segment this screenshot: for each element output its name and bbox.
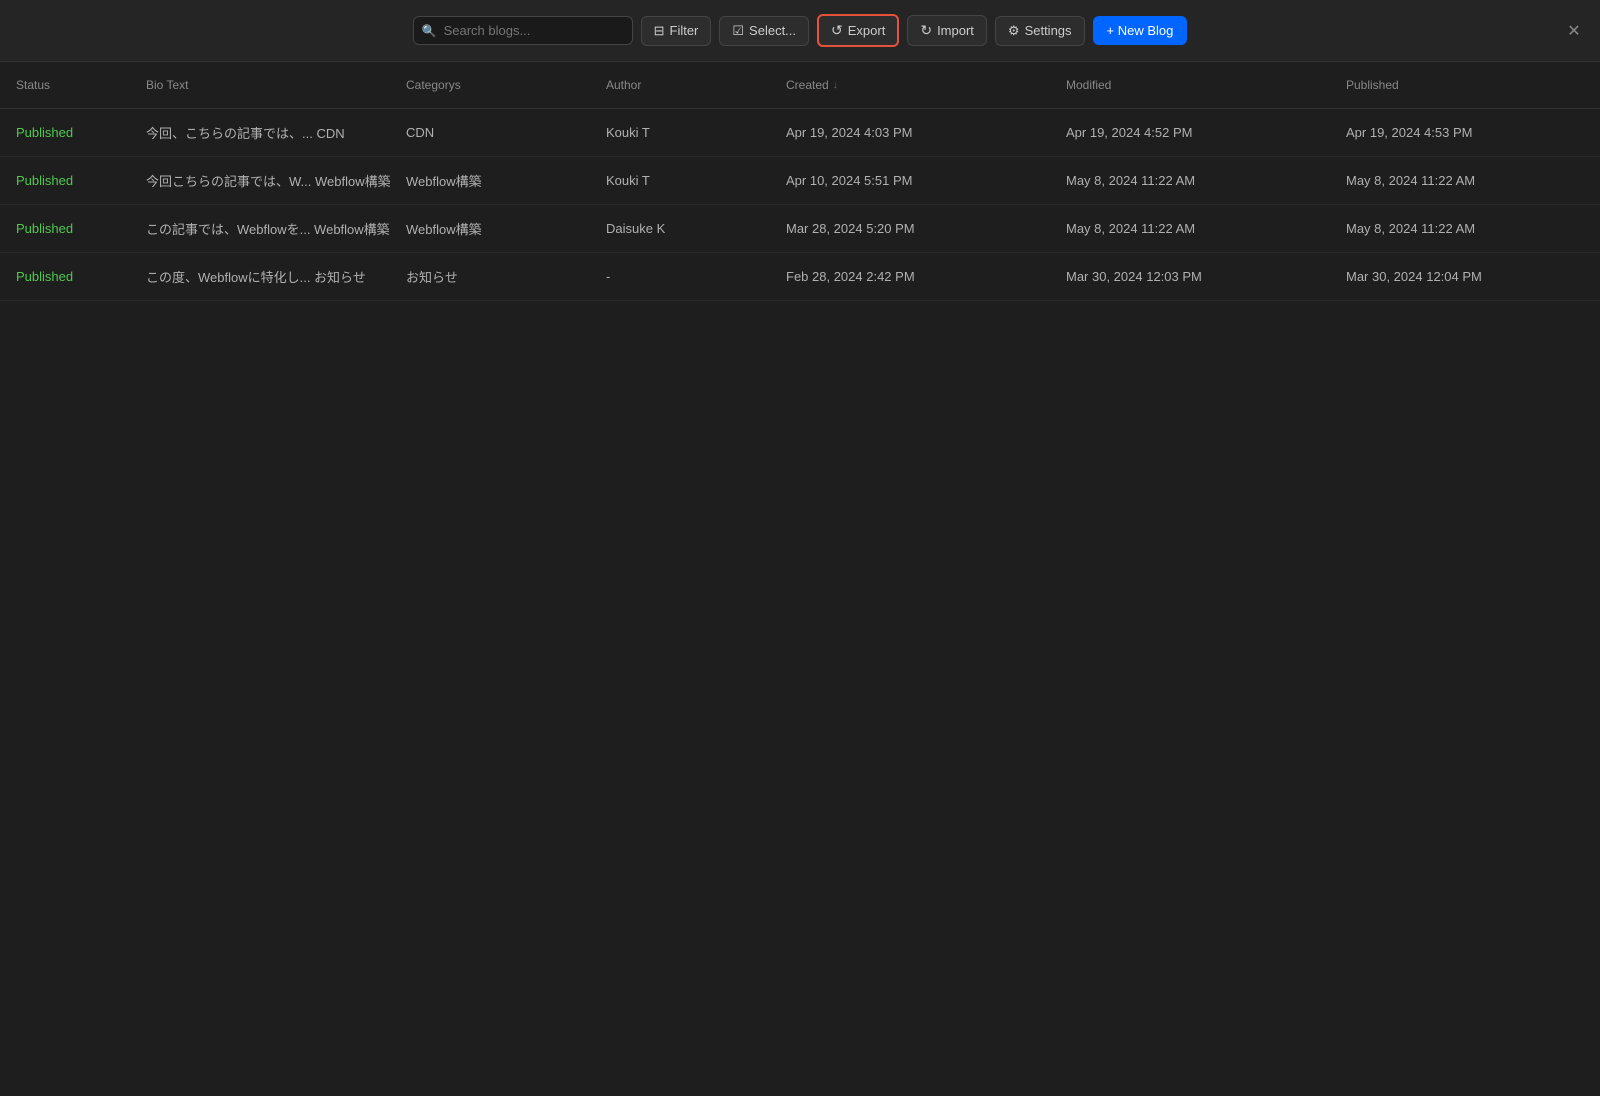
cell-bio-text: 今回、こちらの記事では、... CDN xyxy=(130,113,390,152)
cell-author: Kouki T xyxy=(590,113,770,152)
cell-bio-text: この度、Webflowに特化し... お知らせ xyxy=(130,257,390,296)
col-header-modified: Modified xyxy=(1050,70,1330,100)
import-icon: ↻ xyxy=(920,22,932,39)
col-header-author: Author xyxy=(590,70,770,100)
cell-categorys: Webflow構築 xyxy=(390,161,590,200)
cell-modified: May 8, 2024 11:22 AM xyxy=(1050,161,1330,200)
cell-status: Published xyxy=(0,257,130,296)
cell-categorys: Webflow構築 xyxy=(390,209,590,248)
filter-label: Filter xyxy=(670,23,699,38)
table-body: Published 今回、こちらの記事では、... CDN CDN Kouki … xyxy=(0,109,1600,301)
settings-icon: ⚙ xyxy=(1008,23,1020,39)
col-header-status: Status xyxy=(0,70,130,100)
select-icon: ☑ xyxy=(732,23,744,39)
new-blog-label: + New Blog xyxy=(1107,23,1174,38)
import-button[interactable]: ↻ Import xyxy=(907,15,987,46)
search-input[interactable] xyxy=(413,16,633,45)
cell-published: May 8, 2024 11:22 AM xyxy=(1330,161,1600,200)
settings-label: Settings xyxy=(1025,23,1072,38)
cell-status: Published xyxy=(0,113,130,152)
cell-created: Apr 19, 2024 4:03 PM xyxy=(770,113,1050,152)
export-label: Export xyxy=(848,23,886,38)
table-row[interactable]: Published この度、Webflowに特化し... お知らせ お知らせ -… xyxy=(0,253,1600,301)
settings-button[interactable]: ⚙ Settings xyxy=(995,16,1085,46)
top-bar: 🔍 ⊟ Filter ☑ Select... ↺ Export ↻ Import… xyxy=(0,0,1600,62)
close-icon: ✕ xyxy=(1567,21,1580,41)
cell-author: Kouki T xyxy=(590,161,770,200)
cell-modified: May 8, 2024 11:22 AM xyxy=(1050,209,1330,248)
cell-created: Mar 28, 2024 5:20 PM xyxy=(770,209,1050,248)
cell-categorys: CDN xyxy=(390,113,590,152)
export-icon: ↺ xyxy=(831,22,843,39)
cell-bio-text: 今回こちらの記事では、W... Webflow構築 xyxy=(130,161,390,200)
cell-published: Mar 30, 2024 12:04 PM xyxy=(1330,257,1600,296)
new-blog-button[interactable]: + New Blog xyxy=(1093,16,1188,45)
cell-categorys: お知らせ xyxy=(390,257,590,296)
import-label: Import xyxy=(937,23,974,38)
filter-button[interactable]: ⊟ Filter xyxy=(641,16,712,46)
col-header-categorys: Categorys xyxy=(390,70,590,100)
table-row[interactable]: Published 今回こちらの記事では、W... Webflow構築 Webf… xyxy=(0,157,1600,205)
cell-author: Daisuke K xyxy=(590,209,770,248)
cell-status: Published xyxy=(0,161,130,200)
select-button[interactable]: ☑ Select... xyxy=(719,16,809,46)
close-button[interactable]: ✕ xyxy=(1564,21,1584,41)
cell-bio-text: この記事では、Webflowを... Webflow構築 xyxy=(130,209,390,248)
col-header-created[interactable]: Created ↓ xyxy=(770,70,1050,100)
cell-published: Apr 19, 2024 4:53 PM xyxy=(1330,113,1600,152)
table-header: Status Bio Text Categorys Author Created… xyxy=(0,62,1600,109)
filter-icon: ⊟ xyxy=(654,23,665,39)
search-icon: 🔍 xyxy=(422,24,437,38)
cell-created: Apr 10, 2024 5:51 PM xyxy=(770,161,1050,200)
table-row[interactable]: Published この記事では、Webflowを... Webflow構築 W… xyxy=(0,205,1600,253)
cell-published: May 8, 2024 11:22 AM xyxy=(1330,209,1600,248)
col-header-published: Published xyxy=(1330,70,1600,100)
sort-icon: ↓ xyxy=(833,80,838,91)
cell-status: Published xyxy=(0,209,130,248)
cell-modified: Mar 30, 2024 12:03 PM xyxy=(1050,257,1330,296)
table-row[interactable]: Published 今回、こちらの記事では、... CDN CDN Kouki … xyxy=(0,109,1600,157)
cell-modified: Apr 19, 2024 4:52 PM xyxy=(1050,113,1330,152)
select-label: Select... xyxy=(749,23,796,38)
cell-created: Feb 28, 2024 2:42 PM xyxy=(770,257,1050,296)
col-header-bio-text: Bio Text xyxy=(130,70,390,100)
cell-author: - xyxy=(590,257,770,296)
export-button[interactable]: ↺ Export xyxy=(817,14,899,47)
search-container: 🔍 xyxy=(413,16,633,45)
